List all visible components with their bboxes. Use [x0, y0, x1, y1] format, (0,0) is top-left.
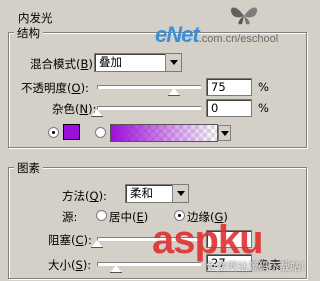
chevron-down-icon — [172, 185, 188, 202]
opacity-slider-track[interactable] — [97, 85, 201, 89]
panel-title: 内发光 — [18, 11, 53, 25]
gradient-dropdown-icon[interactable] — [218, 125, 231, 141]
enet-watermark: eNet.com.cn/eschool — [155, 22, 279, 47]
chevron-down-icon — [165, 54, 181, 71]
choke-label: 阻塞(C): — [48, 233, 92, 247]
aspku-watermark: aspku — [152, 218, 264, 262]
technique-value: 柔和 — [130, 186, 153, 200]
gradient-preview[interactable] — [110, 124, 218, 142]
source-label: 源: — [62, 210, 78, 224]
blend-mode-label: 混合模式(B): — [30, 57, 97, 71]
noise-slider-thumb[interactable] — [91, 109, 103, 117]
size-label: 大小(S): — [48, 258, 92, 272]
source-center-radio[interactable] — [96, 210, 107, 221]
source-center-label: 居中(E) — [109, 210, 149, 224]
choke-slider-thumb[interactable] — [91, 240, 103, 248]
blend-mode-select[interactable]: 叠加 — [94, 53, 182, 72]
noise-slider-track[interactable] — [97, 106, 201, 110]
noise-unit: % — [258, 101, 269, 115]
color-radio[interactable] — [48, 127, 59, 138]
opacity-slider-thumb[interactable] — [168, 88, 180, 96]
glow-color-swatch[interactable] — [63, 124, 80, 140]
blend-mode-value: 叠加 — [99, 55, 122, 69]
aspku-watermark-subtitle: 免费网站源码下载站! — [206, 261, 305, 273]
opacity-input[interactable]: 75 — [206, 78, 252, 96]
structure-legend: 结构 — [14, 25, 43, 41]
noise-label: 杂色(N): — [52, 102, 97, 116]
technique-label: 方法(Q): — [62, 189, 107, 203]
noise-input[interactable]: 0 — [206, 99, 252, 117]
opacity-label: 不透明度(O): — [21, 81, 89, 95]
size-slider-thumb[interactable] — [110, 265, 122, 273]
technique-select[interactable]: 柔和 — [125, 184, 189, 203]
elements-legend: 图素 — [14, 160, 43, 176]
gradient-radio[interactable] — [95, 127, 106, 138]
opacity-unit: % — [258, 80, 269, 94]
